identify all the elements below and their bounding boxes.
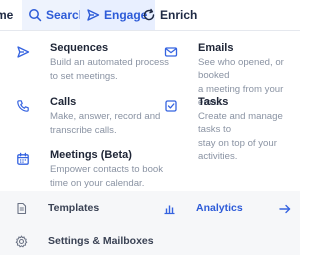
menu-item-settings-mailboxes[interactable]: Settings & Mailboxes xyxy=(10,230,154,252)
nav-enrich[interactable]: Enrich xyxy=(142,0,197,30)
engage-dropdown-panel: Sequences Build an automated process to … xyxy=(0,30,300,255)
checkbox-icon xyxy=(158,93,184,119)
menu-item-templates[interactable]: Templates xyxy=(10,197,99,219)
menu-item-calls[interactable]: Calls Make, answer, record and transcrib… xyxy=(10,93,160,137)
meetings-title: Meetings (Beta) xyxy=(50,149,132,161)
templates-label: Templates xyxy=(48,202,100,214)
nav-home-label: me xyxy=(0,8,14,22)
tasks-title: Tasks xyxy=(198,96,229,108)
engage-menu-screen: me Search Engage Enrich Sequences Build … xyxy=(0,0,300,255)
nav-engage-label: Engage xyxy=(104,8,148,22)
phone-icon xyxy=(10,93,36,119)
document-icon xyxy=(10,197,32,219)
sequences-desc-line2: to set meetings. xyxy=(50,71,118,82)
meetings-desc-line2: time on your calendar. xyxy=(50,178,145,189)
settings-mailboxes-label: Settings & Mailboxes xyxy=(48,235,154,247)
meetings-desc-line1: Empower contacts to book xyxy=(50,164,164,175)
analytics-label: Analytics xyxy=(196,202,243,214)
gear-icon xyxy=(10,230,32,252)
calls-desc-line1: Make, answer, record and xyxy=(50,111,161,122)
calls-desc-line2: transcribe calls. xyxy=(50,125,117,136)
nav-enrich-label: Enrich xyxy=(160,8,198,22)
tasks-desc-line2: stay on top of your activities. xyxy=(198,138,277,162)
emails-desc-line1: See who opened, or booked xyxy=(198,57,284,81)
search-icon xyxy=(28,8,42,22)
arrow-right-icon[interactable] xyxy=(278,202,292,216)
menu-item-sequences[interactable]: Sequences Build an automated process to … xyxy=(10,39,169,83)
send-icon xyxy=(10,39,36,65)
emails-title: Emails xyxy=(198,42,234,54)
calls-title: Calls xyxy=(50,96,77,108)
refresh-icon xyxy=(142,8,156,22)
nav-home[interactable]: me xyxy=(0,0,13,30)
tasks-desc-line1: Create and manage tasks to xyxy=(198,111,283,135)
menu-item-tasks[interactable]: Tasks Create and manage tasks to stay on… xyxy=(158,93,300,163)
calendar-icon xyxy=(10,146,36,172)
menu-item-meetings[interactable]: Meetings (Beta) Empower contacts to book… xyxy=(10,146,163,190)
bar-chart-icon xyxy=(158,197,180,219)
menu-item-analytics[interactable]: Analytics xyxy=(158,197,243,219)
sequences-title: Sequences xyxy=(50,42,109,54)
mail-icon xyxy=(158,39,184,65)
sequences-desc-line1: Build an automated process xyxy=(50,57,169,68)
top-nav: me Search Engage Enrich xyxy=(0,0,300,30)
send-icon xyxy=(86,8,100,22)
